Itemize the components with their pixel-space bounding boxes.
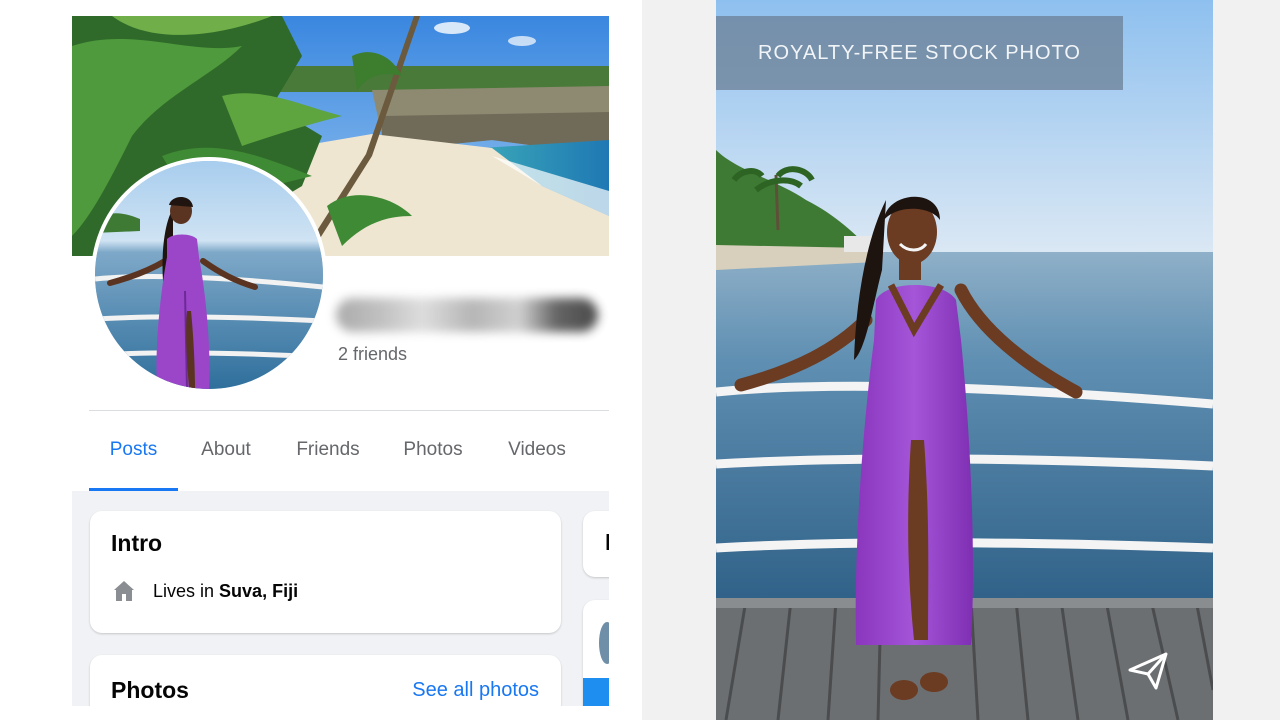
tab-label: Videos	[508, 439, 566, 460]
lives-in-prefix: Lives in	[153, 580, 215, 601]
tab-photos[interactable]: Photos	[394, 411, 472, 491]
tab-friends[interactable]: Friends	[287, 411, 369, 491]
side-card-title-initial: I	[605, 529, 609, 555]
lives-in-place[interactable]: Suva, Fiji	[219, 581, 298, 601]
photos-title: Photos	[111, 677, 189, 703]
friends-count[interactable]: 2 friends	[338, 344, 407, 365]
intro-card: Intro Lives in Suva, Fiji	[90, 511, 561, 633]
profile-avatar[interactable]	[91, 157, 327, 393]
tab-videos[interactable]: Videos	[498, 411, 576, 491]
stock-photo	[716, 0, 1213, 720]
tab-label: Posts	[109, 439, 158, 460]
post-avatar-thumbnail	[599, 622, 609, 664]
tab-posts[interactable]: Posts	[89, 411, 178, 491]
profile-name-blurred	[336, 298, 598, 332]
intro-title: Intro	[111, 530, 163, 556]
tab-label: Friends	[296, 439, 360, 460]
tab-label: Photos	[403, 439, 463, 460]
tab-label: About	[201, 439, 251, 460]
stock-photo-banner: ROYALTY-FREE STOCK PHOTO	[716, 16, 1123, 90]
home-icon	[114, 581, 134, 601]
right-gutter	[1213, 0, 1280, 720]
profile-screenshot: 2 friends Posts About Friends Photos Vid…	[72, 16, 609, 706]
panel-separator	[642, 0, 716, 720]
lives-in-text: Lives in Suva, Fiji	[153, 581, 298, 602]
lives-in-row: Lives in Suva, Fiji	[111, 578, 298, 604]
side-blue-element	[583, 678, 609, 706]
tab-about[interactable]: About	[192, 411, 260, 491]
side-card-partial: I	[583, 511, 609, 577]
see-all-photos-link[interactable]: See all photos	[412, 679, 539, 702]
profile-tabs: Posts About Friends Photos Videos	[89, 411, 609, 491]
photos-card: Photos See all photos	[90, 655, 561, 706]
paper-plane-icon[interactable]	[1126, 648, 1170, 692]
